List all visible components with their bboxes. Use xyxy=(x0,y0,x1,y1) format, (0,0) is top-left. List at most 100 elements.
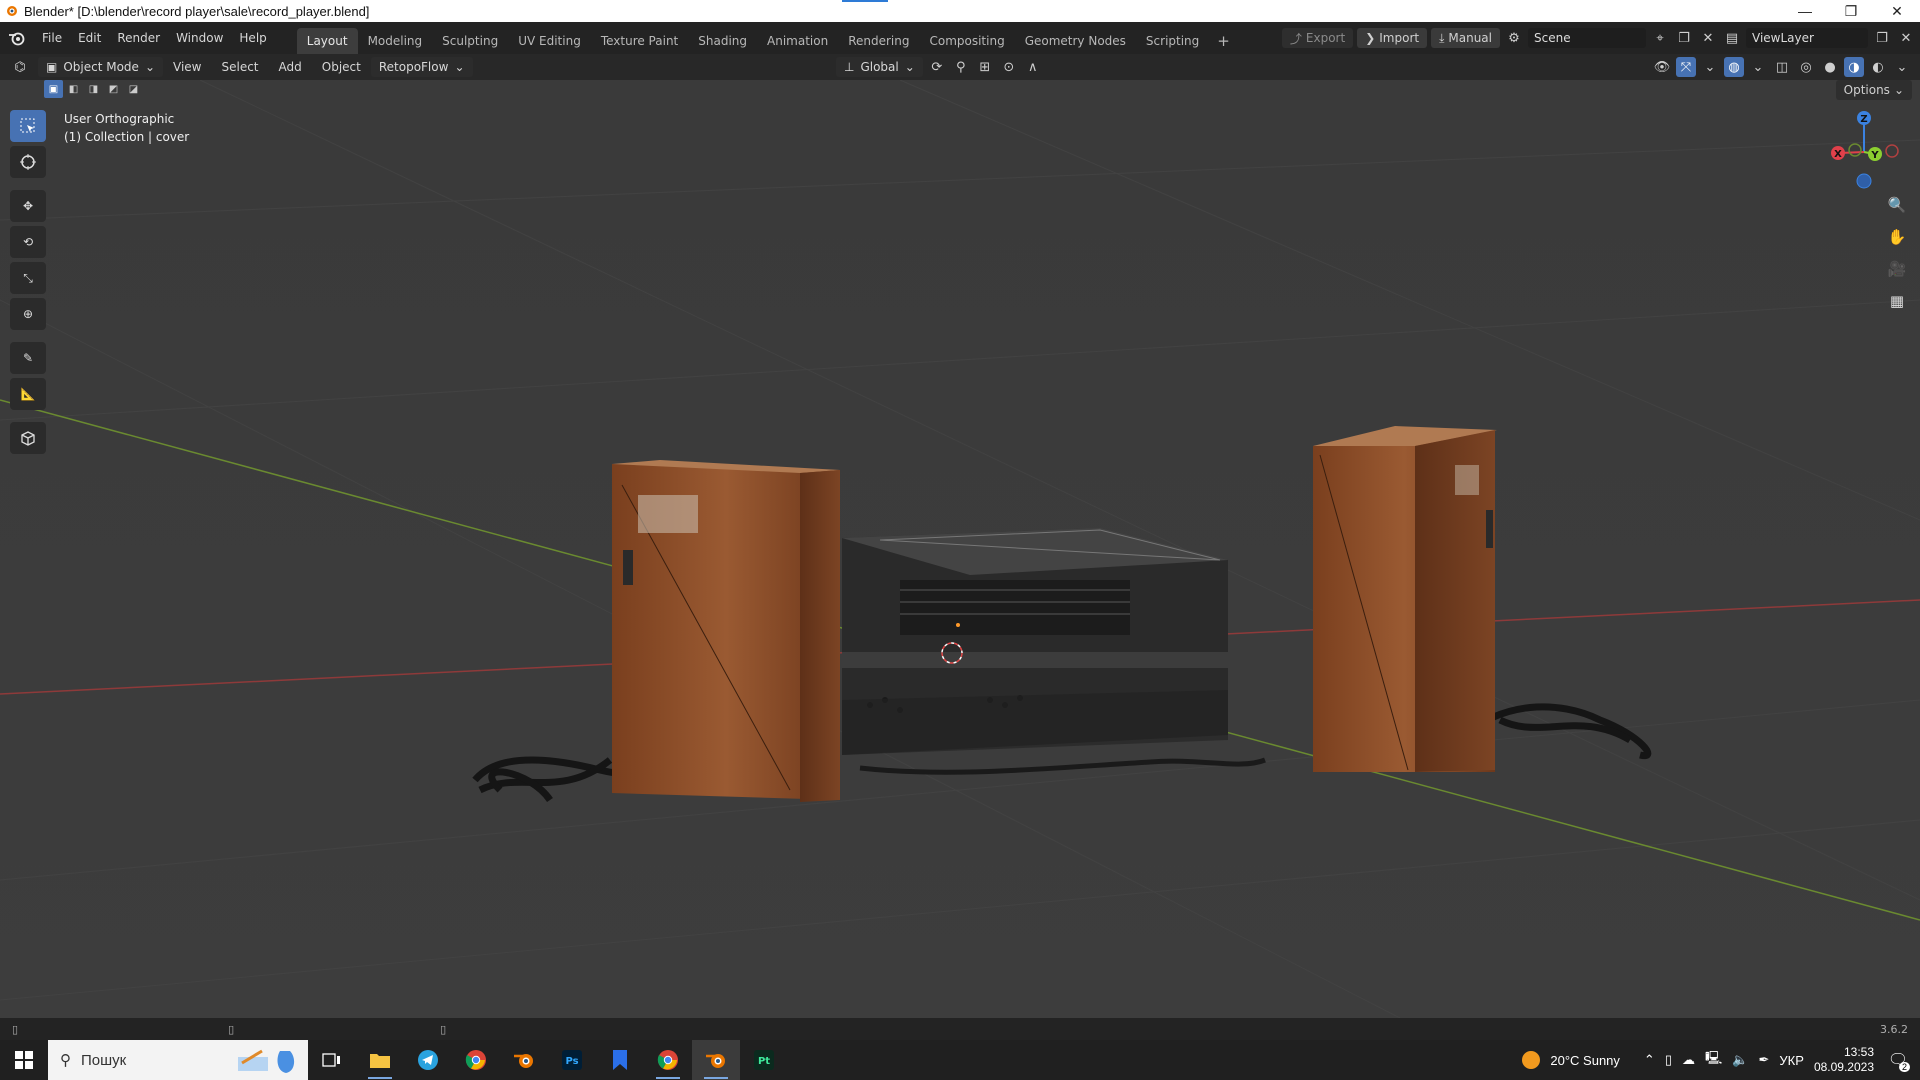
new-view-layer-icon[interactable]: ❐ xyxy=(1872,28,1892,48)
overlay-dropdown-icon[interactable]: ⌄ xyxy=(1748,57,1768,77)
blender-taskbar-icon[interactable] xyxy=(500,1040,548,1080)
3d-viewport[interactable]: ▣ ◧ ◨ ◩ ◪ Options ⌄ xyxy=(0,80,1920,1018)
add-cube-tool-icon[interactable] xyxy=(10,422,46,454)
menu-edit[interactable]: Edit xyxy=(70,27,109,49)
tab-layout[interactable]: Layout xyxy=(296,28,358,54)
substance-painter-icon[interactable]: Pt xyxy=(740,1040,788,1080)
volume-icon[interactable]: 🔈 xyxy=(1732,1052,1748,1068)
telegram-icon[interactable] xyxy=(404,1040,452,1080)
gizmo-toggle-icon[interactable]: ⤧ xyxy=(1676,57,1696,77)
menu-window[interactable]: Window xyxy=(168,27,231,49)
tab-texture-paint[interactable]: Texture Paint xyxy=(591,28,688,54)
export-button[interactable]: ⤴ Export xyxy=(1281,28,1354,48)
select-extend-mode-icon[interactable]: ◧ xyxy=(64,80,83,98)
rotate-tool-icon[interactable]: ⟲ xyxy=(10,226,46,258)
import-button[interactable]: ❯ Import xyxy=(1357,28,1428,48)
overlay-toggle-icon[interactable]: ◍ xyxy=(1724,57,1744,77)
tab-shading[interactable]: Shading xyxy=(688,28,757,54)
tab-rendering[interactable]: Rendering xyxy=(838,28,919,54)
transform-orientation-dropdown[interactable]: ⊥ Global ⌄ xyxy=(836,57,923,77)
task-view-icon[interactable] xyxy=(308,1040,356,1080)
pan-hand-icon[interactable]: ✋ xyxy=(1884,224,1910,250)
blender-menu-icon[interactable] xyxy=(0,22,34,54)
menu-view[interactable]: View xyxy=(163,60,211,74)
pin-scene-icon[interactable]: ⌖ xyxy=(1650,28,1670,48)
annotate-tool-icon[interactable]: ✎ xyxy=(10,342,46,374)
minimize-button[interactable]: — xyxy=(1782,0,1828,22)
options-dropdown[interactable]: Options ⌄ xyxy=(1835,80,1912,100)
select-invert-mode-icon[interactable]: ◩ xyxy=(104,80,123,98)
retopoflow-dropdown[interactable]: RetopoFlow ⌄ xyxy=(370,57,473,77)
proportional-editing-icon[interactable]: ⊙ xyxy=(999,57,1019,77)
tab-scripting[interactable]: Scripting xyxy=(1136,28,1209,54)
weather-text[interactable]: 20°C Sunny xyxy=(1550,1053,1620,1068)
photoshop-icon[interactable]: Ps xyxy=(548,1040,596,1080)
solid-shading-icon[interactable]: ● xyxy=(1820,57,1840,77)
select-subtract-mode-icon[interactable]: ◨ xyxy=(84,80,103,98)
gizmo-dropdown-icon[interactable]: ⌄ xyxy=(1700,57,1720,77)
tab-sculpting[interactable]: Sculpting xyxy=(432,28,508,54)
falloff-icon[interactable]: ∧ xyxy=(1023,57,1043,77)
tab-geometry-nodes[interactable]: Geometry Nodes xyxy=(1015,28,1136,54)
select-new-mode-icon[interactable]: ▣ xyxy=(44,80,63,98)
windows-start-button[interactable] xyxy=(0,1040,48,1080)
add-workspace-button[interactable]: + xyxy=(1209,28,1238,54)
notification-icon[interactable]: 🗨 2 xyxy=(1884,1050,1912,1072)
mode-dropdown[interactable]: ▣ Object Mode ⌄ xyxy=(38,57,163,77)
restore-button[interactable]: ❐ xyxy=(1828,0,1874,22)
bookmark-app-icon[interactable] xyxy=(596,1040,644,1080)
visibility-icon[interactable]: 👁 xyxy=(1652,57,1672,77)
rendered-shading-icon[interactable]: ◐ xyxy=(1868,57,1888,77)
blender-window-icon[interactable] xyxy=(692,1040,740,1080)
menu-add[interactable]: Add xyxy=(269,60,312,74)
clock[interactable]: 13:53 08.09.2023 xyxy=(1814,1045,1874,1075)
delete-view-layer-icon[interactable]: ✕ xyxy=(1896,28,1916,48)
move-tool-icon[interactable]: ✥ xyxy=(10,190,46,222)
xray-toggle-icon[interactable]: ◫ xyxy=(1772,57,1792,77)
pen-icon[interactable]: ✒ xyxy=(1759,1052,1770,1068)
onedrive-cloud-icon[interactable]: ☁ xyxy=(1682,1052,1695,1068)
chrome-icon[interactable] xyxy=(452,1040,500,1080)
scene-selector-icon[interactable]: ⚙ xyxy=(1504,28,1524,48)
pivot-point-icon[interactable]: ⟳ xyxy=(927,57,947,77)
snap-icon[interactable]: ⚲ xyxy=(951,57,971,77)
show-hidden-icons-icon[interactable]: ⌃ xyxy=(1644,1052,1655,1068)
tab-modeling[interactable]: Modeling xyxy=(358,28,433,54)
manual-button[interactable]: ⤓ Manual xyxy=(1431,28,1500,48)
chrome-window-icon[interactable] xyxy=(644,1040,692,1080)
device-icon[interactable]: ▯ xyxy=(1665,1052,1672,1068)
file-explorer-icon[interactable] xyxy=(356,1040,404,1080)
tab-uv-editing[interactable]: UV Editing xyxy=(508,28,591,54)
network-icon[interactable]: 🖳 xyxy=(1705,1049,1722,1071)
wireframe-shading-icon[interactable]: ◎ xyxy=(1796,57,1816,77)
editor-type-icon[interactable]: ⌬ xyxy=(10,57,30,77)
tab-compositing[interactable]: Compositing xyxy=(919,28,1014,54)
taskbar-search-box[interactable]: ⚲ Пошук xyxy=(48,1040,308,1080)
ortho-grid-icon[interactable]: ▦ xyxy=(1884,288,1910,314)
menu-render[interactable]: Render xyxy=(109,27,168,49)
snap-target-icon[interactable]: ⊞ xyxy=(975,57,995,77)
transform-tool-icon[interactable]: ⊕ xyxy=(10,298,46,330)
menu-object[interactable]: Object xyxy=(312,60,371,74)
cursor-tool-icon[interactable] xyxy=(10,146,46,178)
scale-tool-icon[interactable]: ⤡ xyxy=(10,262,46,294)
camera-view-icon[interactable]: 🎥 xyxy=(1884,256,1910,282)
select-box-tool-icon[interactable] xyxy=(10,110,46,142)
shading-dropdown-icon[interactable]: ⌄ xyxy=(1892,57,1912,77)
delete-scene-icon[interactable]: ✕ xyxy=(1698,28,1718,48)
view-layer-icon[interactable]: ▤ xyxy=(1722,28,1742,48)
select-intersect-mode-icon[interactable]: ◪ xyxy=(124,80,143,98)
menu-help[interactable]: Help xyxy=(231,27,274,49)
zoom-icon[interactable]: 🔍 xyxy=(1884,192,1910,218)
menu-file[interactable]: File xyxy=(34,27,70,49)
close-button[interactable]: ✕ xyxy=(1874,0,1920,22)
new-scene-icon[interactable]: ❐ xyxy=(1674,28,1694,48)
menu-select[interactable]: Select xyxy=(211,60,268,74)
material-shading-icon[interactable]: ◑ xyxy=(1844,57,1864,77)
tab-animation[interactable]: Animation xyxy=(757,28,838,54)
measure-tool-icon[interactable]: 📐 xyxy=(10,378,46,410)
view-layer-field[interactable]: ViewLayer xyxy=(1746,28,1868,48)
language-indicator[interactable]: УКР xyxy=(1779,1053,1804,1068)
navigation-gizmo[interactable]: Z Y X xyxy=(1820,108,1910,198)
scene-field[interactable]: Scene xyxy=(1528,28,1646,48)
